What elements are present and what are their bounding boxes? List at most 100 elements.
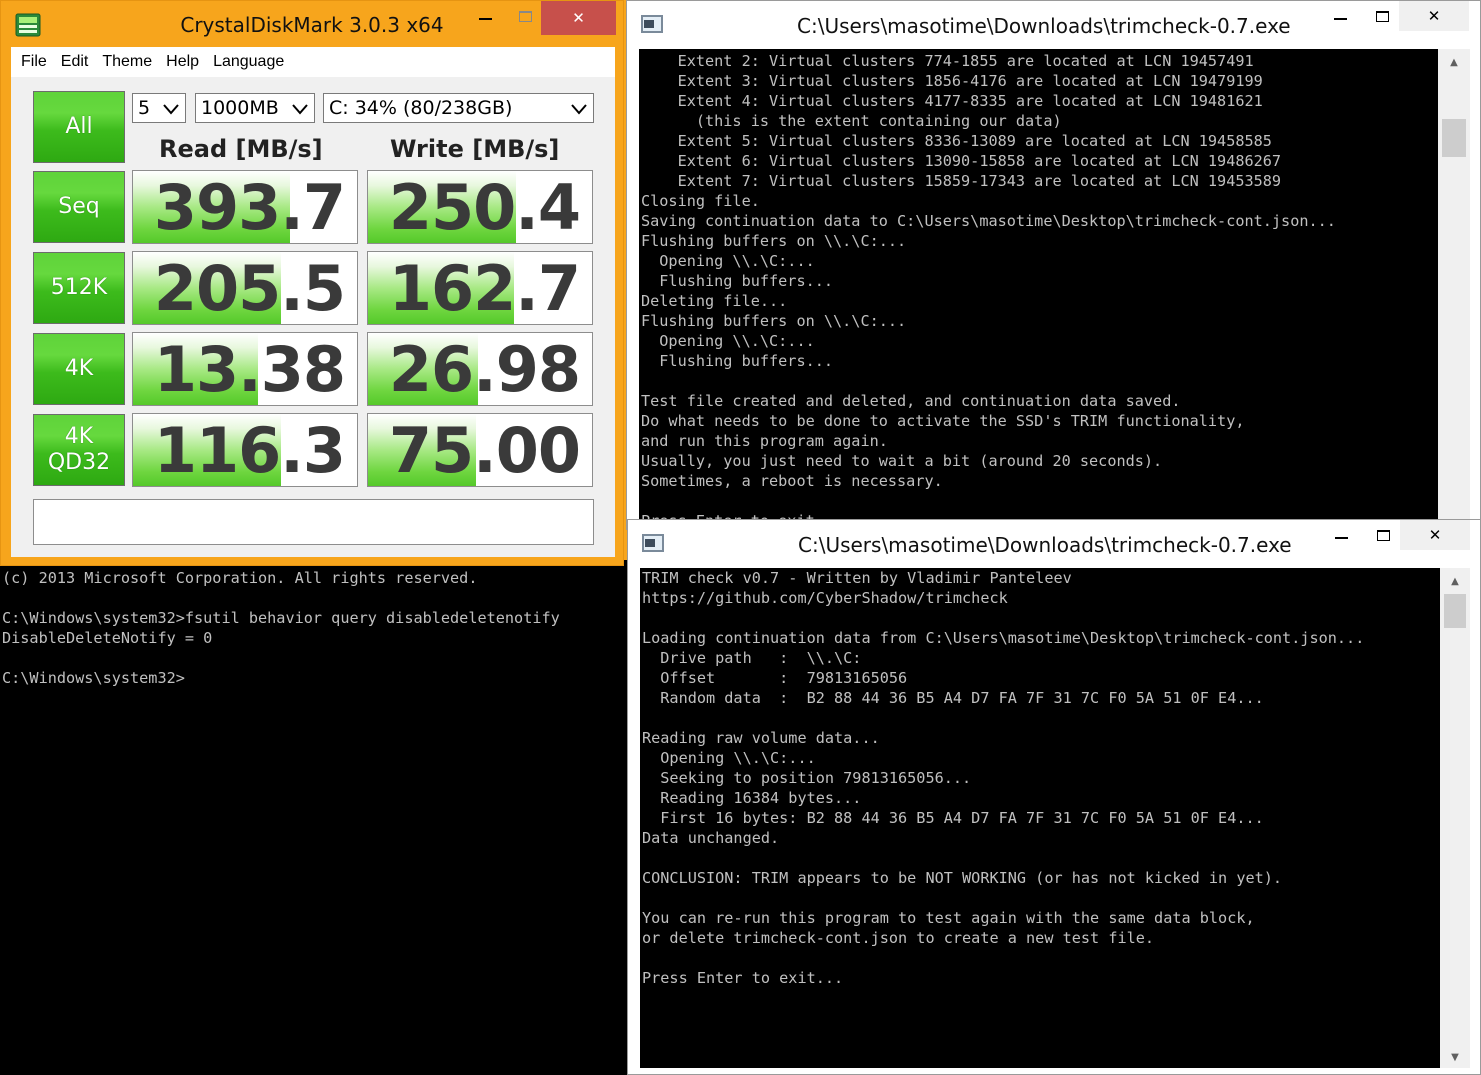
4k-button-label: 4K (64, 356, 94, 381)
console-line: Random data : B2 88 44 36 B5 A4 D7 FA 7F… (642, 689, 1264, 707)
4k-qd32-button[interactable]: 4K QD32 (33, 414, 125, 486)
trimcheck-1-close-button[interactable]: ✕ (1399, 1, 1469, 31)
trimcheck-2-titlebar[interactable]: C:\Users\masotime\Downloads\trimcheck-0.… (628, 520, 1480, 568)
console-line: Test file created and deleted, and conti… (641, 392, 1181, 410)
seq-button-label: Seq (58, 194, 100, 219)
console-line: (c) 2013 Microsoft Corporation. All righ… (2, 569, 478, 587)
console-line: Flushing buffers on \\.\C:... (641, 232, 907, 250)
console-app-icon (641, 15, 663, 33)
console-line: Seeking to position 79813165056... (642, 769, 972, 787)
console-line: Extent 6: Virtual clusters 13090-15858 a… (641, 152, 1282, 170)
cdm-close-button[interactable]: ✕ (541, 1, 616, 35)
trimcheck-2-close-button[interactable]: ✕ (1400, 520, 1470, 550)
test-size-value: 1000MB (201, 97, 279, 119)
console-line: Extent 2: Virtual clusters 774-1855 are … (641, 52, 1254, 70)
console-line: Flushing buffers... (641, 352, 834, 370)
crystaldiskmark-window[interactable]: CrystalDiskMark 3.0.3 x64 ✕ File Edit Th… (0, 0, 624, 566)
drive-select[interactable]: C: 34% (80/238GB) (323, 93, 594, 123)
console-line: Press Enter to exit... (642, 969, 844, 987)
4k-read-value: 13.38 (153, 332, 346, 406)
menu-language[interactable]: Language (213, 53, 284, 71)
scrollbar-thumb[interactable] (1442, 119, 1466, 157)
scroll-up-icon[interactable]: ▲ (1438, 53, 1470, 71)
trimcheck-1-console[interactable]: Extent 2: Virtual clusters 774-1855 are … (639, 49, 1438, 531)
comment-input[interactable] (33, 499, 594, 545)
test-count-select[interactable]: 5 (132, 93, 186, 123)
read-column-header: Read [MB/s] (159, 135, 323, 163)
512k-read-result: 205.5 (132, 251, 358, 325)
trimcheck-2-title: C:\Users\masotime\Downloads\trimcheck-0.… (798, 533, 1292, 557)
console-line: Deleting file... (641, 292, 788, 310)
console-line: Reading raw volume data... (642, 729, 880, 747)
all-button[interactable]: All (33, 91, 125, 163)
512k-write-value: 162.7 (388, 251, 581, 325)
4k-write-value: 26.98 (388, 332, 581, 406)
console-line: https://github.com/CyberShadow/trimcheck (642, 589, 1008, 607)
chevron-down-icon (163, 104, 179, 115)
scroll-down-icon[interactable]: ▼ (1440, 1048, 1470, 1066)
seq-write-result: 250.4 (367, 170, 593, 244)
console-line: Opening \\.\C:... (642, 749, 816, 767)
menu-edit[interactable]: Edit (61, 53, 89, 71)
trimcheck-1-scrollbar[interactable]: ▲ (1438, 49, 1470, 531)
4k-qd32-read-result: 116.3 (132, 413, 358, 487)
512k-button[interactable]: 512K (33, 252, 125, 324)
test-size-select[interactable]: 1000MB (195, 93, 315, 123)
cmd-window[interactable]: (c) 2013 Microsoft Corporation. All righ… (0, 560, 627, 1075)
maximize-icon (1376, 529, 1390, 541)
console-line: Drive path : \\.\C: (642, 649, 862, 667)
write-column-header: Write [MB/s] (390, 135, 560, 163)
maximize-icon (1375, 10, 1389, 22)
menu-theme[interactable]: Theme (102, 53, 152, 71)
cdm-client-area: All 5 1000MB C: 34% (80/238GB) Read [MB/… (11, 77, 615, 557)
cdm-maximize-button[interactable] (510, 1, 540, 31)
4k-read-result: 13.38 (132, 332, 358, 406)
512k-read-value: 205.5 (153, 251, 346, 325)
console-line: (this is the extent containing our data) (641, 112, 1062, 130)
trimcheck-2-maximize-button[interactable] (1366, 520, 1400, 550)
maximize-icon (518, 10, 532, 22)
console-line: Flushing buffers... (641, 272, 834, 290)
trimcheck-2-console[interactable]: TRIM check v0.7 - Written by Vladimir Pa… (640, 568, 1440, 1068)
chevron-down-icon (292, 104, 308, 115)
trimcheck-1-titlebar[interactable]: C:\Users\masotime\Downloads\trimcheck-0.… (627, 1, 1480, 49)
scrollbar-thumb[interactable] (1444, 594, 1466, 628)
4k-write-result: 26.98 (367, 332, 593, 406)
console-line: Extent 3: Virtual clusters 1856-4176 are… (641, 72, 1263, 90)
4k-qd32-read-value: 116.3 (153, 413, 346, 487)
seq-button[interactable]: Seq (33, 171, 125, 243)
scroll-up-icon[interactable]: ▲ (1440, 572, 1470, 590)
console-line: Opening \\.\C:... (641, 332, 815, 350)
menu-file[interactable]: File (21, 53, 47, 71)
seq-write-value: 250.4 (388, 170, 581, 244)
4k-qd32-write-result: 75.00 (367, 413, 593, 487)
menu-help[interactable]: Help (166, 53, 199, 71)
console-line: CONCLUSION: TRIM appears to be NOT WORKI… (642, 869, 1283, 887)
test-count-value: 5 (138, 97, 151, 119)
trimcheck-window-2[interactable]: C:\Users\masotime\Downloads\trimcheck-0.… (627, 519, 1481, 1075)
seq-read-result: 393.7 (132, 170, 358, 244)
console-line: or delete trimcheck-cont.json to create … (642, 929, 1155, 947)
trimcheck-1-minimize-button[interactable] (1315, 1, 1365, 31)
minimize-icon (1333, 18, 1347, 20)
cdm-titlebar[interactable]: CrystalDiskMark 3.0.3 x64 ✕ (1, 1, 623, 47)
4k-button[interactable]: 4K (33, 333, 125, 405)
trimcheck-1-maximize-button[interactable] (1365, 1, 1399, 31)
console-line: TRIM check v0.7 - Written by Vladimir Pa… (642, 569, 1072, 587)
512k-write-result: 162.7 (367, 251, 593, 325)
trimcheck-2-output: TRIM check v0.7 - Written by Vladimir Pa… (642, 568, 1364, 988)
512k-button-label: 512K (50, 275, 108, 300)
trimcheck-2-minimize-button[interactable] (1316, 520, 1366, 550)
cmd-output: (c) 2013 Microsoft Corporation. All righ… (2, 568, 560, 688)
trimcheck-window-1[interactable]: C:\Users\masotime\Downloads\trimcheck-0.… (626, 0, 1481, 531)
minimize-icon (478, 18, 492, 20)
cdm-minimize-button[interactable] (460, 1, 510, 31)
console-line: Opening \\.\C:... (641, 252, 815, 270)
trimcheck-2-scrollbar[interactable]: ▲ ▼ (1440, 568, 1470, 1068)
console-line: Usually, you just need to wait a bit (ar… (641, 452, 1163, 470)
